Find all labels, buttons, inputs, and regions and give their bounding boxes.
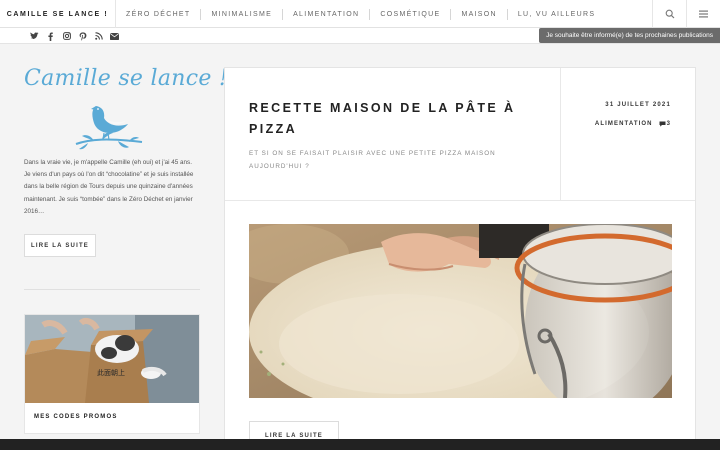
main-menu: ZÉRO DÉCHET MINIMALISME ALIMENTATION COS… xyxy=(116,0,605,28)
about-text: Dans la vraie vie, je m'appelle Camille … xyxy=(24,159,194,215)
menu-item-alimentation[interactable]: ALIMENTATION xyxy=(283,8,369,20)
menu-icon xyxy=(699,10,708,18)
post-date: 31 JUILLET 2021 xyxy=(605,102,671,108)
footer-bar xyxy=(0,439,720,450)
menu-item-maison[interactable]: MAISON xyxy=(451,8,506,20)
promo-codes-card[interactable]: 此面朝上 MES CODES PROMOS xyxy=(24,314,200,434)
twitter-icon[interactable] xyxy=(30,32,39,41)
mail-icon[interactable] xyxy=(110,32,119,41)
post-category[interactable]: ALIMENTATION xyxy=(595,121,653,127)
box-print-text: 此面朝上 xyxy=(97,368,125,377)
menu-button[interactable] xyxy=(686,0,720,28)
post-title[interactable]: RECETTE MAISON DE LA PÂTE À PIZZA xyxy=(249,98,539,140)
sidebar: Camille se lance ! Dans la vraie vie, je… xyxy=(24,66,228,434)
post-meta: ALIMENTATION 3 xyxy=(595,121,671,127)
search-button[interactable] xyxy=(652,0,686,28)
facebook-icon[interactable] xyxy=(46,32,55,41)
menu-item-minimalisme[interactable]: MINIMALISME xyxy=(201,8,282,20)
comment-icon xyxy=(659,121,666,127)
instagram-icon[interactable] xyxy=(62,32,71,41)
social-links xyxy=(30,28,119,44)
site-brand[interactable]: CAMILLE SE LANCE ! xyxy=(0,0,116,28)
subscribe-button[interactable]: Je souhaite être informé(e) de tes proch… xyxy=(539,28,720,43)
card-header-divider xyxy=(225,200,695,201)
post-excerpt: ET SI ON SE FAISAIT PLAISIR AVEC UNE PET… xyxy=(249,150,496,170)
comment-count[interactable]: 3 xyxy=(659,121,671,127)
post-image[interactable] xyxy=(249,224,672,398)
bird-on-branch-icon xyxy=(75,106,143,150)
pizza-dough-photo xyxy=(249,224,672,398)
sidebar-read-more-button[interactable]: LIRE LA SUITE xyxy=(24,234,96,257)
comment-count-value: 3 xyxy=(666,121,671,127)
promo-image[interactable]: 此面朝上 xyxy=(25,315,199,403)
menu-item-zero-dechet[interactable]: ZÉRO DÉCHET xyxy=(116,8,200,20)
top-navigation: CAMILLE SE LANCE ! ZÉRO DÉCHET MINIMALIS… xyxy=(0,0,720,28)
menu-item-lu-vu-ailleurs[interactable]: LU, VU AILLEURS xyxy=(508,8,605,20)
card-vertical-divider xyxy=(560,68,561,200)
search-icon xyxy=(665,9,674,19)
rss-icon[interactable] xyxy=(94,32,103,41)
pinterest-icon[interactable] xyxy=(78,31,87,41)
sidebar-divider xyxy=(24,289,200,290)
promo-label[interactable]: MES CODES PROMOS xyxy=(25,403,199,420)
cat-in-box-image: 此面朝上 xyxy=(25,315,199,403)
site-logo-text[interactable]: Camille se lance ! xyxy=(24,66,228,91)
post-card: RECETTE MAISON DE LA PÂTE À PIZZA ET SI … xyxy=(224,67,696,450)
menu-item-cosmetique[interactable]: COSMÉTIQUE xyxy=(370,8,450,20)
